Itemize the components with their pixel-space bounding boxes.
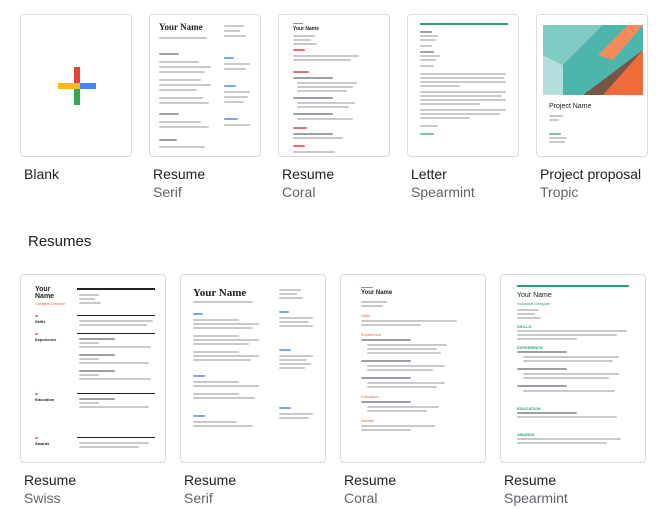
template-letter-spearmint[interactable] [407, 14, 519, 157]
thumb-section-awards: AWARDS [517, 432, 535, 437]
section-title: Resumes [28, 233, 92, 250]
thumb-role: Industrial Designer [517, 301, 551, 306]
template-subtitle: Spearmint [411, 184, 475, 200]
template-title: Letter [411, 166, 447, 182]
template-resume-coral-2[interactable]: Your Name Skills Experience Education Aw… [340, 274, 486, 463]
template-project-proposal-tropic[interactable]: Project Name [536, 14, 648, 157]
template-subtitle: Coral [282, 184, 316, 200]
template-title: Resume [504, 472, 557, 488]
template-title: Resume [344, 472, 397, 488]
thumb-section-awards: Awards [361, 418, 375, 423]
tropic-cover-graphic [543, 25, 643, 95]
template-title: Blank [24, 166, 60, 182]
thumb-name: Your Name [293, 26, 320, 32]
template-subtitle: Coral [344, 490, 378, 506]
template-subtitle: Serif [184, 490, 213, 506]
thumb-section-education: Education [35, 397, 55, 402]
thumb-section-skills: SKILLS [517, 324, 532, 329]
thumb-section-skills: Skills [361, 313, 371, 318]
thumb-section-experience: Experience [361, 332, 382, 337]
thumb-section-experience: EXPERIENCE [517, 345, 543, 350]
template-subtitle: Tropic [540, 184, 579, 200]
template-subtitle: Spearmint [504, 490, 568, 506]
thumb-name: Your Name [193, 287, 247, 299]
thumb-section-experience: Experience [35, 337, 57, 342]
template-title: Resume [184, 472, 237, 488]
template-subtitle: Serif [153, 184, 182, 200]
template-resume-swiss[interactable]: Your Name Creative Director Skills Exper… [20, 274, 166, 463]
template-title: Resume [24, 472, 77, 488]
thumb-section-skills: Skills [35, 319, 46, 324]
thumb-name: Your Name [517, 292, 552, 299]
thumb-name-line2: Name [35, 293, 55, 300]
thumb-section-education: Education [361, 394, 379, 399]
template-title: Resume [282, 166, 335, 182]
template-blank[interactable] [20, 14, 132, 157]
template-resume-coral[interactable]: Your Name [278, 14, 390, 157]
thumb-role: Creative Director [35, 301, 66, 306]
thumb-section-education: EDUCATION [517, 406, 541, 411]
thumb-name-line1: Your [35, 286, 51, 293]
template-resume-serif[interactable]: Your Name [149, 14, 261, 157]
thumb-name: Your Name [361, 290, 393, 296]
thumb-project-name: Project Name [549, 103, 592, 110]
thumb-section-awards: Awards [35, 441, 50, 446]
template-resume-spearmint[interactable]: Your Name Industrial Designer SKILLS EXP… [500, 274, 646, 463]
thumb-name: Your Name [159, 22, 203, 32]
template-title: Project proposal [540, 166, 642, 182]
template-subtitle: Swiss [24, 490, 61, 506]
plus-icon [58, 67, 96, 105]
template-resume-serif-2[interactable]: Your Name [180, 274, 326, 463]
template-title: Resume [153, 166, 206, 182]
